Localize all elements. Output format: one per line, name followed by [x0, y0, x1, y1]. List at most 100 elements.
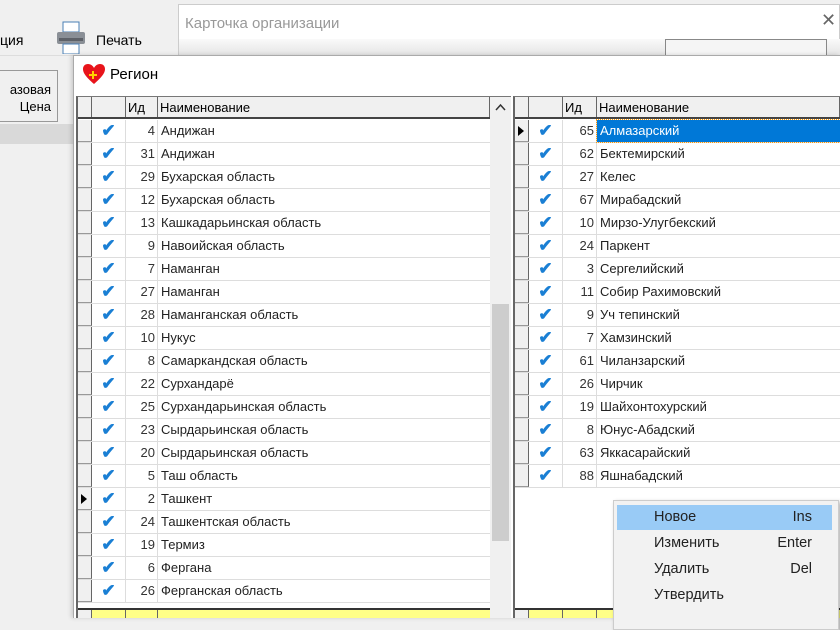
- check-icon[interactable]: ✔: [529, 258, 563, 280]
- check-icon[interactable]: ✔: [529, 235, 563, 257]
- table-row[interactable]: ✔ 20 Сырдарьинская область: [78, 442, 490, 465]
- table-row[interactable]: ✔ 3 Сергелийский: [515, 258, 840, 281]
- print-button[interactable]: Печать: [96, 32, 142, 48]
- table-row[interactable]: ✔ 13 Кашкадарьинская область: [78, 212, 490, 235]
- row-indicator[interactable]: [78, 534, 92, 556]
- check-icon[interactable]: ✔: [92, 350, 126, 372]
- table-row[interactable]: ✔ 2 Ташкент: [78, 488, 490, 511]
- table-row[interactable]: ✔ 24 Ташкентская область: [78, 511, 490, 534]
- chevron-up-icon[interactable]: [495, 103, 506, 111]
- check-icon[interactable]: ✔: [92, 166, 126, 188]
- row-indicator[interactable]: [515, 396, 529, 418]
- check-icon[interactable]: ✔: [92, 534, 126, 556]
- row-indicator[interactable]: [78, 281, 92, 303]
- table-row[interactable]: ✔ 6 Фергана: [78, 557, 490, 580]
- row-indicator[interactable]: [515, 373, 529, 395]
- table-row[interactable]: ✔ 5 Таш область: [78, 465, 490, 488]
- table-row[interactable]: ✔ 10 Нукус: [78, 327, 490, 350]
- table-row[interactable]: ✔ 19 Термиз: [78, 534, 490, 557]
- row-indicator[interactable]: [515, 212, 529, 234]
- menu-item[interactable]: Удалить Del: [617, 557, 832, 582]
- check-icon[interactable]: ✔: [529, 304, 563, 326]
- row-indicator[interactable]: [78, 304, 92, 326]
- check-icon[interactable]: ✔: [92, 419, 126, 441]
- printer-icon[interactable]: [55, 20, 87, 54]
- table-row[interactable]: ✔ 61 Чиланзарский: [515, 350, 840, 373]
- row-indicator[interactable]: [515, 304, 529, 326]
- table-row[interactable]: ✔ 11 Собир Рахимовский: [515, 281, 840, 304]
- table-row[interactable]: ✔ 88 Яшнабадский: [515, 465, 840, 488]
- check-icon[interactable]: ✔: [92, 189, 126, 211]
- table-row[interactable]: ✔ 67 Мирабадский: [515, 189, 840, 212]
- table-row[interactable]: ✔ 23 Сырдарьинская область: [78, 419, 490, 442]
- column-header-name[interactable]: Наименование: [597, 97, 840, 117]
- row-indicator[interactable]: [78, 419, 92, 441]
- table-row[interactable]: ✔ 29 Бухарская область: [78, 166, 490, 189]
- check-icon[interactable]: ✔: [92, 235, 126, 257]
- check-icon[interactable]: ✔: [92, 212, 126, 234]
- check-icon[interactable]: ✔: [529, 327, 563, 349]
- column-header-id[interactable]: Ид: [563, 97, 597, 117]
- table-row[interactable]: ✔ 27 Келес: [515, 166, 840, 189]
- menu-item[interactable]: Новое Ins: [617, 505, 832, 530]
- check-icon[interactable]: ✔: [92, 557, 126, 579]
- table-row[interactable]: ✔ 10 Мирзо-Улугбекский: [515, 212, 840, 235]
- row-indicator[interactable]: [78, 442, 92, 464]
- check-icon[interactable]: ✔: [529, 143, 563, 165]
- check-icon[interactable]: ✔: [92, 258, 126, 280]
- table-row[interactable]: ✔ 9 Уч тепинский: [515, 304, 840, 327]
- regions-grid[interactable]: Ид Наименование ✔ 4 Андижан ✔ 31 Андижан…: [76, 96, 511, 618]
- check-icon[interactable]: ✔: [529, 189, 563, 211]
- row-indicator[interactable]: [515, 327, 529, 349]
- row-indicator[interactable]: [78, 143, 92, 165]
- row-indicator[interactable]: [78, 396, 92, 418]
- row-indicator[interactable]: [78, 258, 92, 280]
- scrollbar-thumb[interactable]: [492, 304, 509, 541]
- row-indicator[interactable]: [78, 212, 92, 234]
- check-icon[interactable]: ✔: [529, 396, 563, 418]
- table-row[interactable]: ✔ 19 Шайхонтохурский: [515, 396, 840, 419]
- check-icon[interactable]: ✔: [529, 212, 563, 234]
- check-icon[interactable]: ✔: [92, 465, 126, 487]
- check-icon[interactable]: ✔: [529, 350, 563, 372]
- vertical-scrollbar[interactable]: [490, 97, 511, 618]
- close-icon[interactable]: ✕: [821, 11, 839, 29]
- table-row[interactable]: ✔ 8 Самаркандская область: [78, 350, 490, 373]
- row-indicator[interactable]: [78, 350, 92, 372]
- row-indicator[interactable]: [515, 350, 529, 372]
- row-indicator[interactable]: [78, 465, 92, 487]
- check-icon[interactable]: ✔: [529, 120, 563, 142]
- check-icon[interactable]: ✔: [92, 304, 126, 326]
- row-indicator[interactable]: [515, 258, 529, 280]
- check-icon[interactable]: ✔: [529, 281, 563, 303]
- check-icon[interactable]: ✔: [529, 419, 563, 441]
- row-indicator[interactable]: [515, 235, 529, 257]
- check-icon[interactable]: ✔: [92, 488, 126, 510]
- table-row[interactable]: ✔ 12 Бухарская область: [78, 189, 490, 212]
- row-indicator[interactable]: [78, 189, 92, 211]
- row-indicator[interactable]: [515, 143, 529, 165]
- row-indicator[interactable]: [78, 580, 92, 602]
- table-row[interactable]: ✔ 63 Яккасарайский: [515, 442, 840, 465]
- check-icon[interactable]: ✔: [529, 465, 563, 487]
- table-row[interactable]: ✔ 24 Паркент: [515, 235, 840, 258]
- row-indicator[interactable]: [78, 557, 92, 579]
- check-icon[interactable]: ✔: [92, 143, 126, 165]
- row-indicator[interactable]: [78, 120, 92, 142]
- row-indicator[interactable]: [78, 373, 92, 395]
- row-indicator[interactable]: [78, 327, 92, 349]
- check-icon[interactable]: ✔: [529, 373, 563, 395]
- table-row[interactable]: ✔ 26 Чирчик: [515, 373, 840, 396]
- check-icon[interactable]: ✔: [92, 442, 126, 464]
- check-icon[interactable]: ✔: [92, 327, 126, 349]
- row-indicator[interactable]: [515, 419, 529, 441]
- column-header-id[interactable]: Ид: [126, 97, 158, 117]
- row-indicator[interactable]: [78, 488, 92, 510]
- row-indicator[interactable]: [78, 166, 92, 188]
- table-row[interactable]: ✔ 26 Ферганская область: [78, 580, 490, 603]
- check-icon[interactable]: ✔: [529, 442, 563, 464]
- row-indicator[interactable]: [78, 511, 92, 533]
- row-indicator[interactable]: [515, 166, 529, 188]
- table-row[interactable]: ✔ 62 Бектемирский: [515, 143, 840, 166]
- menu-item[interactable]: Утвердить: [617, 583, 832, 608]
